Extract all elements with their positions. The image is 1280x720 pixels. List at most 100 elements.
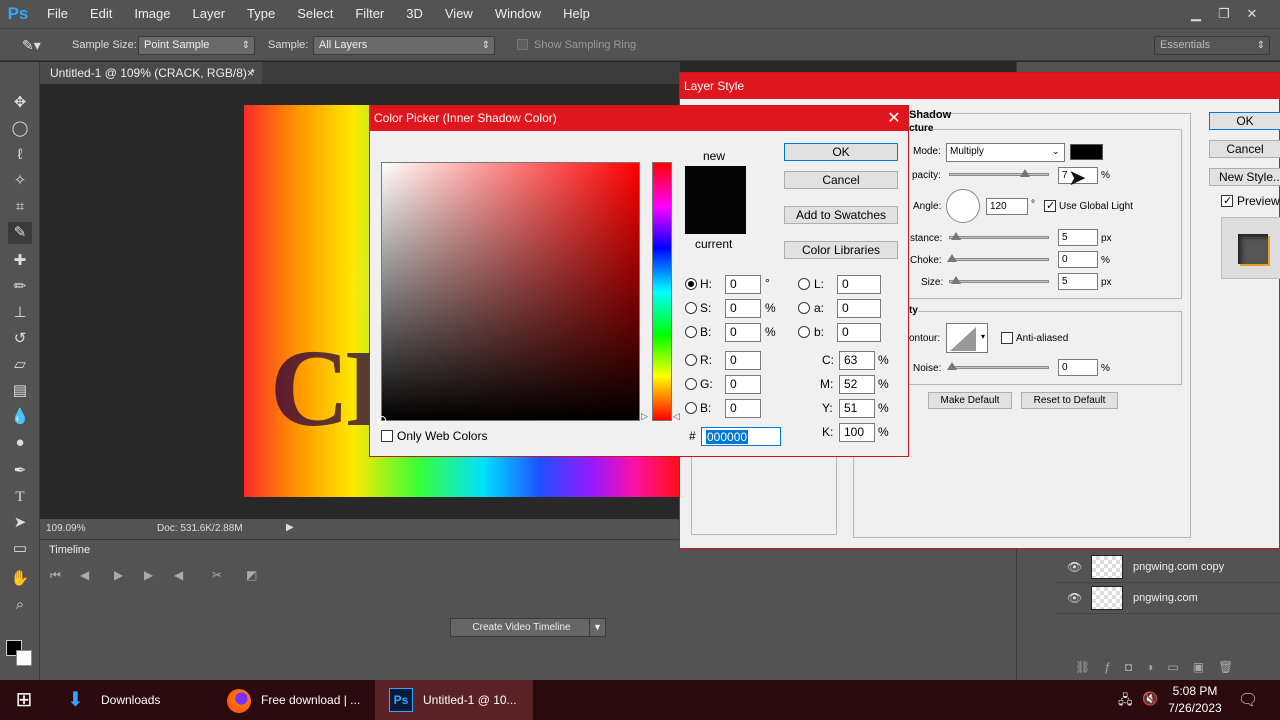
lasso-tool-icon[interactable]: ℓ [8, 144, 32, 166]
a-channel-input[interactable]: 0 [837, 299, 881, 318]
color-picker-ok-button[interactable]: OK [784, 143, 898, 161]
type-tool-icon[interactable]: T [8, 486, 32, 508]
menu-window[interactable]: Window [484, 0, 552, 28]
size-input[interactable]: 5 [1058, 273, 1098, 290]
hue-left-arrow-icon[interactable]: ▷ [641, 411, 648, 422]
eye-icon[interactable]: 👁 [1067, 560, 1082, 574]
gradient-tool-icon[interactable]: ▤ [8, 380, 32, 402]
menu-3d[interactable]: 3D [395, 0, 434, 28]
menu-edit[interactable]: Edit [79, 0, 123, 28]
opacity-slider[interactable] [949, 169, 1049, 177]
layer-row[interactable]: 👁 pngwing.com copy [1057, 552, 1280, 583]
eye-icon[interactable]: 👁 [1067, 591, 1082, 605]
restore-icon[interactable]: ❐ [1210, 4, 1238, 24]
preview-checkbox[interactable]: ✓ [1221, 195, 1233, 207]
taskbar-downloads[interactable]: ⬇ Downloads [55, 680, 210, 720]
timeline-tab[interactable]: Timeline [40, 540, 100, 560]
blend-mode-select[interactable]: Multiply [946, 143, 1065, 162]
brightness-input[interactable]: 0 [725, 323, 761, 342]
windows-start-icon[interactable]: ⊞ [0, 680, 48, 720]
quick-select-tool-icon[interactable]: ✧ [8, 170, 32, 192]
pen-tool-icon[interactable]: ✒ [8, 460, 32, 482]
anti-aliased-checkbox[interactable] [1001, 332, 1013, 344]
minimize-icon[interactable]: ▁ [1182, 4, 1210, 24]
eyedropper-tool-icon[interactable]: ✎ [8, 222, 32, 244]
scissors-icon[interactable]: ✂ [212, 568, 222, 582]
green-radio[interactable] [685, 378, 697, 390]
distance-slider[interactable] [949, 232, 1049, 240]
red-radio[interactable] [685, 354, 697, 366]
zoom-tool-icon[interactable]: ⌕ [8, 594, 32, 616]
play-icon[interactable]: ▶ [114, 568, 123, 582]
lightness-radio[interactable] [798, 278, 810, 290]
magenta-input[interactable]: 52 [839, 375, 875, 394]
menu-select[interactable]: Select [286, 0, 344, 28]
saturation-radio[interactable] [685, 302, 697, 314]
menu-image[interactable]: Image [123, 0, 181, 28]
shape-tool-icon[interactable]: ▭ [8, 538, 32, 560]
show-ring-checkbox[interactable] [517, 39, 528, 50]
notifications-icon[interactable]: 🗨 [1238, 690, 1258, 710]
path-select-icon[interactable]: ➤ [8, 512, 32, 534]
prev-frame-icon[interactable]: ◀ [80, 568, 89, 582]
red-input[interactable]: 0 [725, 351, 761, 370]
close-window-icon[interactable]: ✕ [1238, 4, 1266, 24]
network-icon[interactable]: 🖧 [1118, 691, 1133, 713]
document-tab[interactable]: Untitled-1 @ 109% (CRACK, RGB/8) * × [40, 62, 262, 84]
crop-tool-icon[interactable]: ⌗ [8, 196, 32, 218]
color-field[interactable] [378, 162, 640, 424]
layer-style-cancel-button[interactable]: Cancel [1209, 140, 1280, 158]
sample-select[interactable]: All Layers [313, 36, 495, 55]
audio-icon[interactable]: ◀ [174, 568, 183, 582]
only-web-colors-checkbox[interactable] [381, 430, 393, 442]
size-slider[interactable] [949, 276, 1049, 284]
next-frame-icon[interactable]: ▶ [144, 568, 153, 582]
hue-radio[interactable] [685, 278, 697, 290]
choke-slider[interactable] [947, 254, 1049, 262]
hand-tool-icon[interactable]: ✋ [8, 568, 32, 590]
hue-right-arrow-icon[interactable]: ◁ [673, 411, 680, 422]
hue-input[interactable]: 0 [725, 275, 761, 294]
lightness-input[interactable]: 0 [837, 275, 881, 294]
create-video-timeline-button[interactable]: Create Video Timeline [450, 618, 593, 637]
menu-type[interactable]: Type [236, 0, 286, 28]
close-icon[interactable]: ✕ [880, 106, 908, 131]
eraser-tool-icon[interactable]: ▱ [8, 354, 32, 376]
chevron-down-icon[interactable]: ⌄ [1052, 146, 1060, 157]
taskbar-firefox[interactable]: Free download | ... [215, 680, 370, 720]
current-color-swatch[interactable] [685, 200, 746, 234]
volume-icon[interactable]: 🔇 [1142, 691, 1158, 707]
reset-to-default-button[interactable]: Reset to Default [1021, 392, 1118, 409]
color-picker-cancel-button[interactable]: Cancel [784, 171, 898, 189]
menu-filter[interactable]: Filter [344, 0, 395, 28]
noise-input[interactable]: 0 [1058, 359, 1098, 376]
dodge-tool-icon[interactable]: ● [8, 432, 32, 454]
menu-view[interactable]: View [434, 0, 484, 28]
layer-actions-toolbar[interactable]: ⛓ƒ◘◑▭▣🗑 [1057, 660, 1280, 674]
sample-size-select[interactable]: Point Sample [138, 36, 255, 55]
status-menu-arrow-icon[interactable]: ▶ [286, 522, 294, 533]
new-style-button[interactable]: New Style... [1209, 168, 1280, 186]
yellow-input[interactable]: 51 [839, 399, 875, 418]
distance-input[interactable]: 5 [1058, 229, 1098, 246]
add-to-swatches-button[interactable]: Add to Swatches [784, 206, 898, 224]
workspace-select[interactable]: Essentials [1154, 36, 1270, 55]
transition-icon[interactable]: ◩ [246, 568, 257, 582]
choke-input[interactable]: 0 [1058, 251, 1098, 268]
marquee-tool-icon[interactable]: ◯ [8, 118, 32, 140]
hex-input[interactable]: 000000 [701, 427, 781, 446]
shadow-color-swatch[interactable] [1070, 144, 1103, 160]
use-global-light-checkbox[interactable]: ✓ [1044, 200, 1056, 212]
brush-tool-icon[interactable]: ✏ [8, 276, 32, 298]
background-color-swatch[interactable] [16, 650, 32, 666]
first-frame-icon[interactable]: ⏮ [50, 568, 61, 583]
layer-style-ok-button[interactable]: OK [1209, 112, 1280, 130]
green-input[interactable]: 0 [725, 375, 761, 394]
blue-radio[interactable] [685, 402, 697, 414]
blur-tool-icon[interactable]: 💧 [8, 406, 32, 428]
b-channel-input[interactable]: 0 [837, 323, 881, 342]
tab-close-icon[interactable]: × [247, 62, 254, 84]
b-channel-radio[interactable] [798, 326, 810, 338]
blue-input[interactable]: 0 [725, 399, 761, 418]
angle-input[interactable]: 120 [986, 198, 1028, 215]
